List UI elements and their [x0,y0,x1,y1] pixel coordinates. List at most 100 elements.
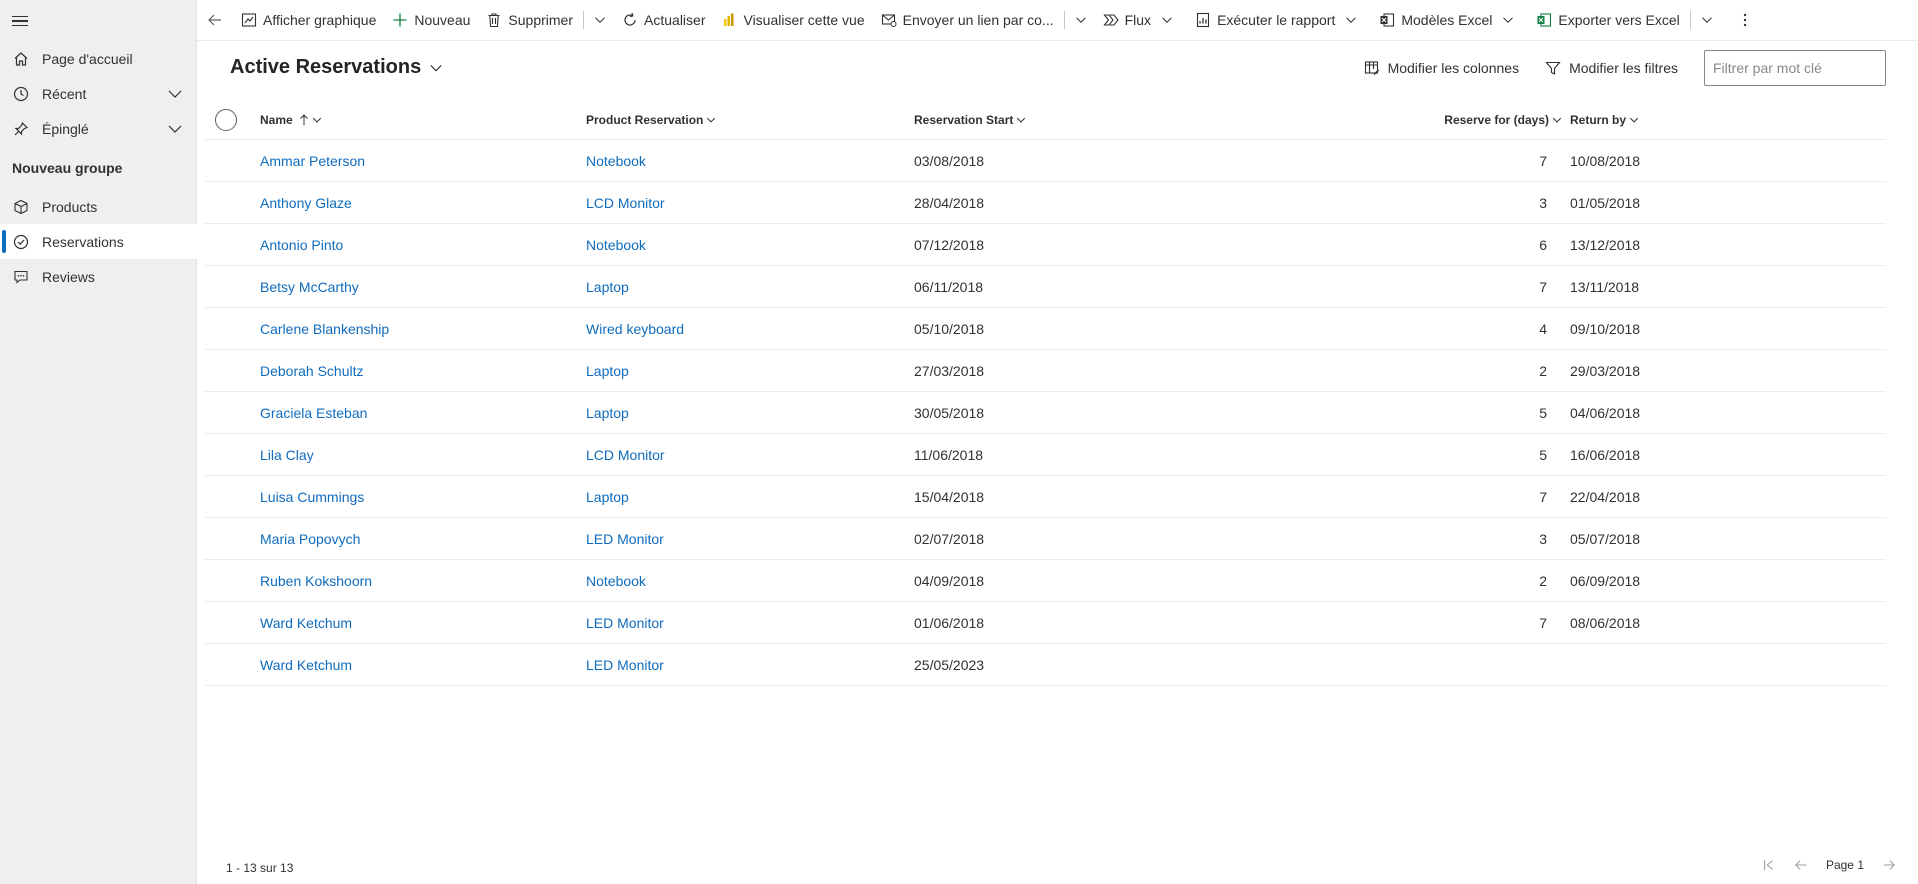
cell-return: 29/03/2018 [1570,363,1641,379]
search-input[interactable] [1704,50,1886,86]
cell-name[interactable]: Luisa Cummings [260,476,364,518]
column-header-return[interactable]: Return by [1570,100,1639,140]
table-row[interactable]: Graciela Esteban Laptop 30/05/2018 5 04/06/2… [205,392,1886,434]
cell-product[interactable]: Wired keyboard [586,308,684,350]
cell-name[interactable]: Deborah Schultz [260,350,364,392]
column-header-start[interactable]: Reservation Start [914,100,1026,140]
excel-templates-button[interactable]: Modèles Excel [1371,0,1528,41]
edit-filters-button[interactable]: Modifier les filtres [1545,60,1678,76]
column-header-name[interactable]: Name [260,100,322,140]
table-row[interactable]: Anthony Glaze LCD Monitor 28/04/2018 3 01/05… [205,182,1886,224]
cell-name[interactable]: Anthony Glaze [260,182,352,224]
cell-product[interactable]: LED Monitor [586,602,664,644]
cell-days: 6 [1539,237,1547,253]
cell-name[interactable]: Betsy McCarthy [260,266,359,308]
sidebar-item-home[interactable]: Page d'accueil [0,41,197,76]
cell-start: 15/04/2018 [914,489,985,505]
column-header-product[interactable]: Product Reservation [586,100,716,140]
cell-start: 03/08/2018 [914,153,985,169]
visualize-view-button[interactable]: Visualiser cette vue [713,0,872,41]
cell-product[interactable]: Laptop [586,266,629,308]
cell-return: 08/06/2018 [1570,615,1641,631]
cell-name[interactable]: Maria Popovych [260,518,360,560]
show-chart-button[interactable]: Afficher graphique [233,0,384,41]
column-header-days[interactable]: Reserve for (days) [1435,100,1562,140]
more-commands-button[interactable] [1729,0,1761,41]
view-actions: Modifier les colonnes Modifier les filtr… [1364,50,1886,86]
comment-icon [12,268,30,286]
cell-product[interactable]: Laptop [586,392,629,434]
mail-link-icon [881,14,897,27]
cell-name[interactable]: Ward Ketchum [260,602,352,644]
run-report-button[interactable]: Exécuter le rapport [1187,0,1371,41]
table-row[interactable]: Ward Ketchum LED Monitor 01/06/2018 7 08/06/… [205,602,1886,644]
sidebar-item-label: Épinglé [42,120,89,137]
cell-start: 02/07/2018 [914,531,985,547]
chevron-down-icon [707,117,716,123]
view-selector[interactable]: Active Reservations [230,56,443,79]
cell-name[interactable]: Ward Ketchum [260,644,352,686]
sidebar-item-label: Récent [42,85,87,102]
table-row[interactable]: Ruben Kokshoorn Notebook 04/09/2018 2 06/09/… [205,560,1886,602]
hamburger-menu-icon[interactable] [10,11,30,31]
export-more-dropdown[interactable] [1693,0,1721,41]
cell-return: 05/07/2018 [1570,531,1641,547]
new-button[interactable]: Nouveau [384,0,478,41]
sidebar-item-reservations[interactable]: Reservations [0,224,197,259]
command-bar: Afficher graphique Nouveau Supprimer Act… [197,0,1918,41]
table-row[interactable]: Luisa Cummings Laptop 15/04/2018 7 22/04/201… [205,476,1886,518]
page-title: Active Reservations [230,56,422,78]
cell-name[interactable]: Ruben Kokshoorn [260,560,372,602]
table-row[interactable]: Lila Clay LCD Monitor 11/06/2018 5 16/06/201… [205,434,1886,476]
cell-product[interactable]: LED Monitor [586,644,664,686]
flow-button[interactable]: Flux [1095,0,1187,41]
table-row[interactable]: Deborah Schultz Laptop 27/03/2018 2 29/03/20… [205,350,1886,392]
cell-product[interactable]: LCD Monitor [586,434,665,476]
chevron-down-icon [1629,117,1639,123]
check-circle-icon [12,233,30,251]
edit-columns-button[interactable]: Modifier les colonnes [1364,60,1519,76]
next-page-icon[interactable] [1882,858,1896,872]
chevron-down-icon [430,64,442,71]
cell-start: 27/03/2018 [914,363,985,379]
email-link-button[interactable]: Envoyer un lien par co... [873,0,1062,41]
delete-more-dropdown[interactable] [586,0,614,41]
data-grid: Name Product Reservation Reservation Sta… [205,100,1886,686]
refresh-button[interactable]: Actualiser [614,0,713,41]
cell-name[interactable]: Ammar Peterson [260,140,365,182]
cell-name[interactable]: Lila Clay [260,434,314,476]
cell-product[interactable]: LED Monitor [586,518,664,560]
cell-product[interactable]: Laptop [586,350,629,392]
cell-product[interactable]: Notebook [586,560,646,602]
sidebar-item-reviews[interactable]: Reviews [0,259,197,294]
sidebar-item-pinned[interactable]: Épinglé [0,111,197,146]
back-arrow-icon[interactable] [197,0,233,41]
cell-name[interactable]: Graciela Esteban [260,392,367,434]
cell-product[interactable]: Laptop [586,476,629,518]
chevron-down-icon[interactable] [167,86,183,105]
cell-name[interactable]: Antonio Pinto [260,224,343,266]
previous-page-icon[interactable] [1794,858,1808,872]
sidebar-item-label: Products [42,198,98,215]
export-excel-button[interactable]: Exporter vers Excel [1528,0,1687,41]
select-all-checkbox[interactable] [215,109,237,131]
table-row[interactable]: Carlene Blankenship Wired keyboard 05/10/2… [205,308,1886,350]
table-row[interactable]: Betsy McCarthy Laptop 06/11/2018 7 13/11/201… [205,266,1886,308]
cell-name[interactable]: Carlene Blankenship [260,308,389,350]
chevron-down-icon[interactable] [167,121,183,140]
table-row[interactable]: Maria Popovych LED Monitor 02/07/2018 3 05/0… [205,518,1886,560]
table-row[interactable]: Ammar Peterson Notebook 03/08/2018 7 10/08/2… [205,140,1886,182]
sidebar-item-label: Page d'accueil [42,50,133,67]
table-row[interactable]: Antonio Pinto Notebook 07/12/2018 6 13/12/20… [205,224,1886,266]
cell-product[interactable]: Notebook [586,140,646,182]
delete-button[interactable]: Supprimer [478,0,581,41]
sidebar-item-recent[interactable]: Récent [0,76,197,111]
pin-icon [12,120,30,138]
cell-product[interactable]: LCD Monitor [586,182,665,224]
cell-days: 2 [1539,573,1547,589]
table-row[interactable]: Ward Ketchum LED Monitor 25/05/2023 [205,644,1886,686]
cell-product[interactable]: Notebook [586,224,646,266]
sidebar-item-products[interactable]: Products [0,189,197,224]
email-more-dropdown[interactable] [1067,0,1095,41]
first-page-icon[interactable] [1762,858,1776,872]
